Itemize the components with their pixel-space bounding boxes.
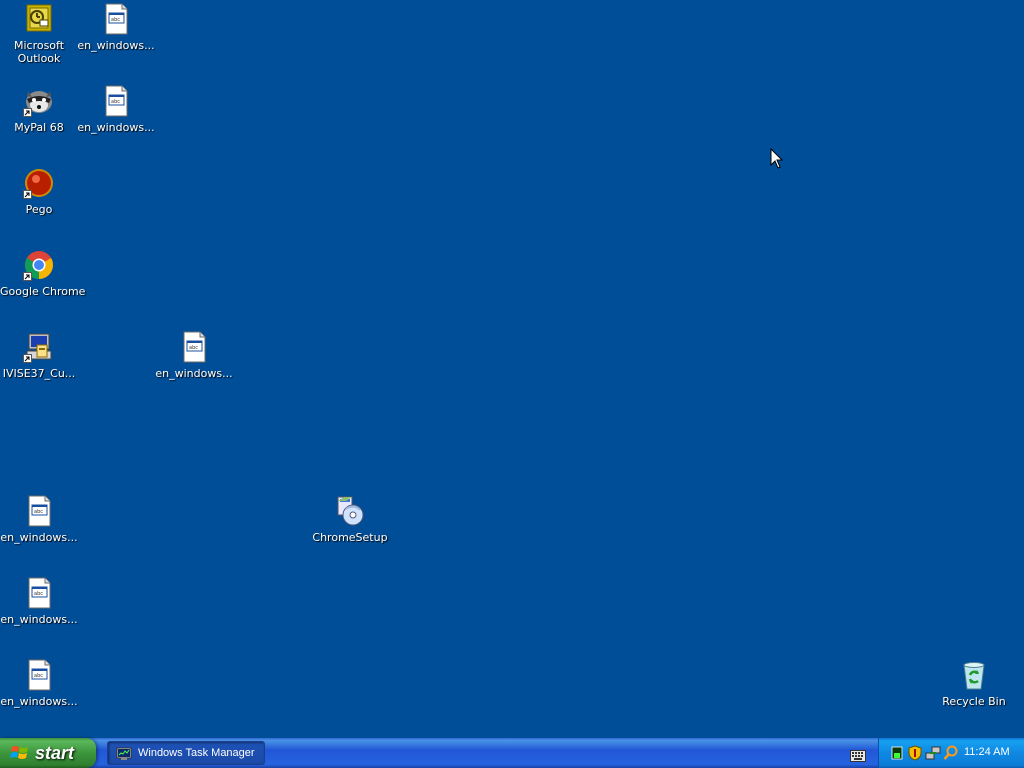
desktop-icon-label: en_windows...: [0, 531, 78, 544]
shortcut-arrow-icon: [23, 354, 32, 363]
clock[interactable]: 11:24 AM: [964, 746, 1010, 758]
desktop-icon-label: en_windows...: [0, 695, 78, 708]
svg-text:abc: abc: [34, 673, 43, 679]
document-icon: abc: [23, 659, 55, 691]
desktop-icon-google-chrome[interactable]: Google Chrome: [0, 249, 86, 298]
security-shield-icon[interactable]: [907, 745, 923, 761]
svg-text:abc: abc: [111, 99, 120, 105]
taskbar: start Windows Task Manager 11:24 AM: [0, 738, 1024, 768]
desktop-icon-chromesetup[interactable]: ChromeSetup: [311, 495, 389, 544]
windows-logo-icon: [10, 743, 30, 763]
taskbar-button-label: Windows Task Manager: [138, 747, 255, 759]
start-button[interactable]: start: [0, 738, 96, 768]
setup-icon: [334, 495, 366, 527]
desktop-icon-en-windows[interactable]: abc en_windows...: [77, 3, 155, 52]
system-tray: 11:24 AM: [878, 738, 1024, 768]
desktop[interactable]: Microsoft Outlook abc en_windows... MyPa…: [0, 0, 1024, 738]
desktop-icon-label: MyPal 68: [14, 121, 64, 134]
mypal-raccoon-icon: [23, 85, 55, 117]
shortcut-arrow-icon: [23, 190, 32, 199]
task-manager-icon: [116, 746, 132, 760]
desktop-icon-ivise37[interactable]: IVISE37_Cu...: [0, 331, 78, 380]
desktop-icon-en-windows[interactable]: abc en_windows...: [77, 85, 155, 134]
desktop-icon-en-windows[interactable]: abc en_windows...: [0, 577, 78, 626]
svg-text:abc: abc: [111, 17, 120, 23]
desktop-icon-label: Google Chrome: [0, 285, 86, 298]
shortcut-arrow-icon: [23, 108, 32, 117]
desktop-icon-label: en_windows...: [155, 367, 233, 380]
search-icon[interactable]: [943, 745, 959, 761]
network-icon[interactable]: [925, 745, 941, 761]
svg-text:abc: abc: [34, 509, 43, 515]
desktop-icon-en-windows[interactable]: abc en_windows...: [0, 659, 78, 708]
task-manager-cpu-icon[interactable]: [889, 745, 905, 761]
document-icon: abc: [178, 331, 210, 363]
desktop-icon-label: en_windows...: [77, 39, 155, 52]
recycle-bin-icon: [958, 659, 990, 691]
desktop-icon-label: IVISE37_Cu...: [2, 367, 76, 380]
desktop-icon-label: en_windows...: [0, 613, 78, 626]
keyboard-icon[interactable]: [850, 747, 866, 762]
desktop-icon-label: Pego: [25, 203, 53, 216]
desktop-icon-label: ChromeSetup: [312, 531, 388, 544]
desktop-icon-mypal-68[interactable]: MyPal 68: [0, 85, 78, 134]
shortcut-arrow-icon: [23, 272, 32, 281]
desktop-icon-microsoft-outlook[interactable]: Microsoft Outlook: [0, 3, 78, 65]
desktop-icon-pego[interactable]: Pego: [0, 167, 78, 216]
taskbar-button-windows-task-manager[interactable]: Windows Task Manager: [107, 741, 265, 765]
desktop-icon-label: Microsoft Outlook: [13, 39, 65, 65]
desktop-icon-en-windows[interactable]: abc en_windows...: [0, 495, 78, 544]
mouse-cursor-icon: [770, 147, 784, 170]
document-icon: abc: [100, 85, 132, 117]
document-icon: abc: [23, 495, 55, 527]
desktop-icon-label: en_windows...: [77, 121, 155, 134]
desktop-icon-label: Recycle Bin: [942, 695, 1006, 708]
svg-text:abc: abc: [189, 345, 198, 351]
outlook-icon: [23, 3, 55, 35]
svg-text:abc: abc: [34, 591, 43, 597]
document-icon: abc: [100, 3, 132, 35]
chrome-icon: [23, 249, 55, 281]
document-icon: abc: [23, 577, 55, 609]
desktop-icon-en-windows[interactable]: abc en_windows...: [155, 331, 233, 380]
pego-icon: [23, 167, 55, 199]
desktop-icon-recycle-bin[interactable]: Recycle Bin: [935, 659, 1013, 708]
start-label: start: [35, 742, 75, 763]
installer-icon: [23, 331, 55, 363]
